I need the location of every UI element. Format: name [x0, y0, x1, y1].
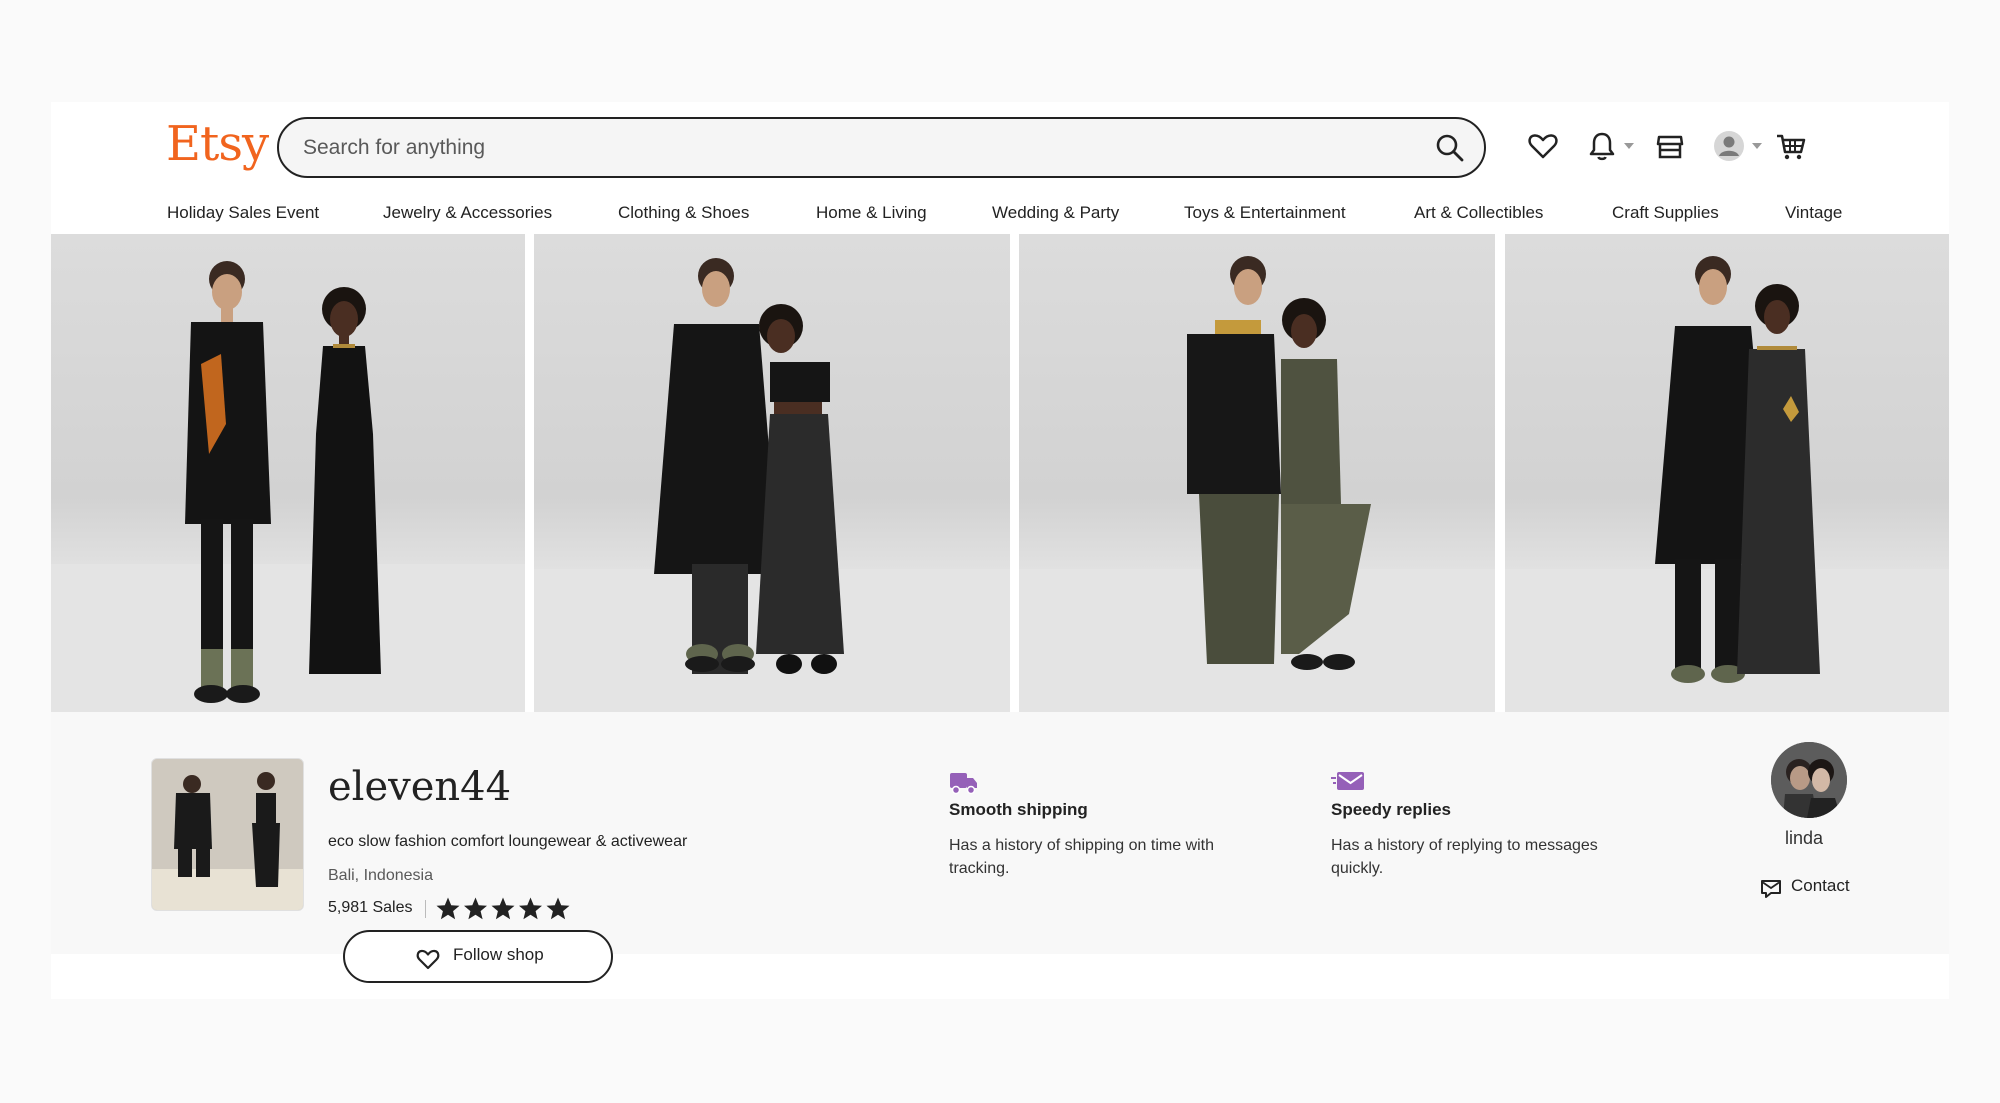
- banner-photo-4: [1505, 234, 1949, 712]
- owner-avatar[interactable]: [1771, 742, 1847, 818]
- search-input[interactable]: [303, 131, 1383, 165]
- feature-description: Has a history of replying to messages qu…: [1331, 837, 1598, 877]
- nav-item-home-living[interactable]: Home & Living: [816, 196, 927, 230]
- sales-divider: [425, 900, 426, 918]
- shop-sales-count: 5,981 Sales: [328, 899, 413, 916]
- shop-info: eleven44 eco slow fashion comfort lounge…: [51, 712, 1949, 983]
- nav-item-clothing-shoes[interactable]: Clothing & Shoes: [618, 196, 749, 230]
- shop-name: eleven44: [328, 764, 512, 810]
- favorites-button[interactable]: [1525, 128, 1561, 164]
- owner-name[interactable]: linda: [1785, 828, 1823, 849]
- etsy-page: Etsy Search for anything Holiday Sales E…: [51, 102, 1949, 999]
- etsy-logo[interactable]: Etsy: [166, 116, 269, 172]
- notifications-button[interactable]: [1584, 128, 1620, 164]
- nav-item-toys-entertainment[interactable]: Toys & Entertainment: [1184, 196, 1346, 230]
- nav-item-jewelry-accessories[interactable]: Jewelry & Accessories: [383, 196, 552, 230]
- banner-photo-2: [534, 234, 1010, 712]
- feature-description: Has a history of shipping on time with t…: [949, 837, 1215, 877]
- site-header: Etsy Search for anything Holiday Sales E…: [51, 102, 1949, 234]
- chevron-down-icon: [1624, 143, 1634, 149]
- nav-item-vintage[interactable]: Vintage: [1785, 196, 1842, 230]
- fast-message-icon: [1331, 772, 1364, 790]
- follow-shop-label: Follow shop: [453, 945, 544, 964]
- shop-tagline: eco slow fashion comfort loungewear & ac…: [328, 833, 688, 850]
- shop-icon-image[interactable]: [151, 758, 304, 911]
- heart-icon: [416, 949, 440, 970]
- contact-label: Contact: [1791, 876, 1850, 895]
- category-nav: Holiday Sales Event Jewelry & Accessorie…: [51, 196, 1949, 234]
- user-avatar-icon: [1714, 131, 1744, 161]
- nav-item-craft-supplies[interactable]: Craft Supplies: [1612, 196, 1719, 230]
- shop-location: Bali, Indonesia: [328, 867, 433, 884]
- truck-icon: [950, 773, 977, 795]
- star-icon: [436, 897, 570, 920]
- nav-item-holiday-sales-event[interactable]: Holiday Sales Event: [167, 196, 319, 230]
- search-icon: [1436, 134, 1464, 162]
- search-bar: [277, 117, 1486, 178]
- bell-icon: [1589, 132, 1615, 161]
- cart-button[interactable]: [1773, 128, 1809, 164]
- cart-icon: [1777, 134, 1806, 160]
- nav-item-wedding-party[interactable]: Wedding & Party: [992, 196, 1119, 230]
- feature-title: Speedy replies: [1331, 800, 1452, 819]
- account-button[interactable]: [1711, 128, 1747, 164]
- shop-rating-stars[interactable]: [435, 896, 575, 922]
- follow-shop-button[interactable]: Follow shop: [343, 930, 613, 983]
- search-button[interactable]: [1434, 132, 1466, 164]
- heart-icon: [1528, 134, 1558, 159]
- feature-title: Smooth shipping: [949, 800, 1088, 819]
- envelope-icon: [1761, 880, 1781, 898]
- banner-photo-3: [1019, 234, 1495, 712]
- shop-banner: [51, 234, 1949, 712]
- store-icon: [1656, 135, 1684, 159]
- nav-item-art-collectibles[interactable]: Art & Collectibles: [1414, 196, 1543, 230]
- chevron-down-icon: [1752, 143, 1762, 149]
- banner-photo-1: [51, 234, 525, 712]
- shop-manager-button[interactable]: [1652, 128, 1688, 164]
